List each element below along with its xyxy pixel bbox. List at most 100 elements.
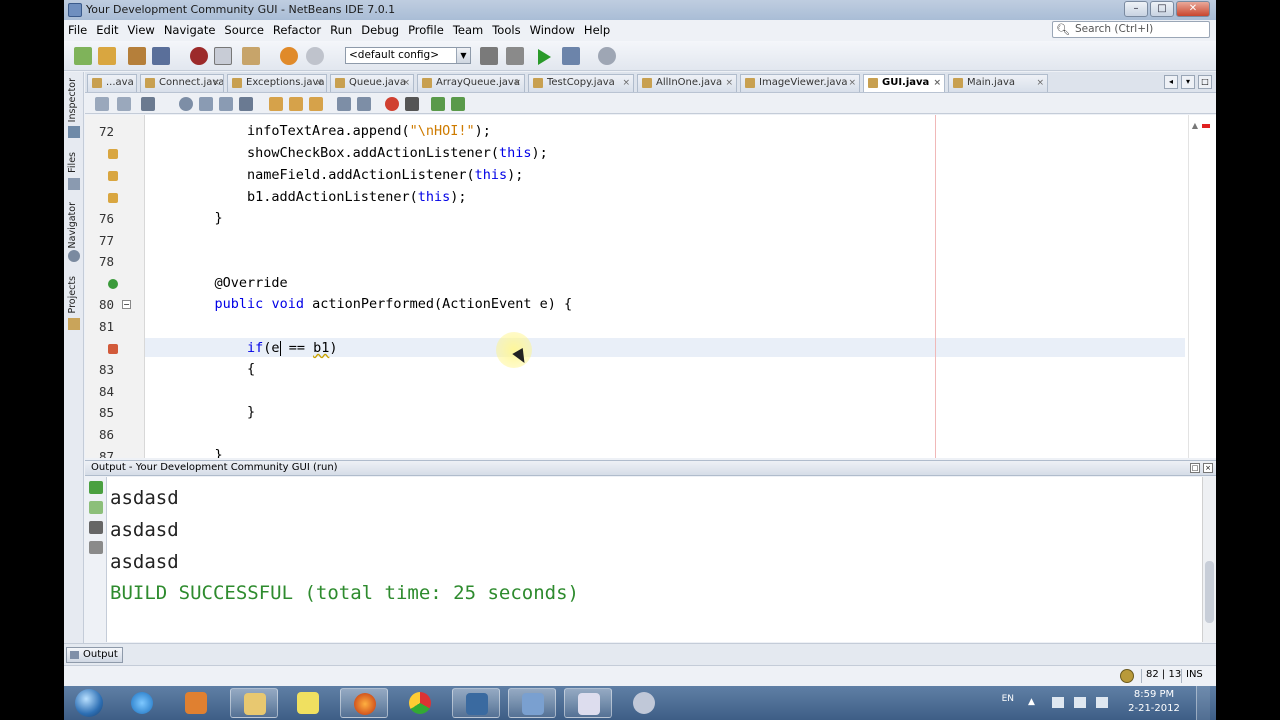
taskbar-notes[interactable] xyxy=(284,688,332,718)
close-icon[interactable]: × xyxy=(725,75,733,91)
new-project-icon[interactable] xyxy=(98,47,116,65)
output-scrollbar[interactable] xyxy=(1202,477,1216,642)
close-icon[interactable]: × xyxy=(1036,75,1044,91)
cut-icon[interactable] xyxy=(190,47,208,65)
history-icon[interactable] xyxy=(117,97,131,111)
network-icon[interactable] xyxy=(1052,697,1064,708)
taskbar-window[interactable] xyxy=(564,688,612,718)
taskbar-app[interactable] xyxy=(452,688,500,718)
tab-connect[interactable]: Connect.java × xyxy=(140,74,224,92)
rerun-icon[interactable] xyxy=(89,481,103,494)
clean-build-icon[interactable] xyxy=(506,47,524,65)
close-icon[interactable]: × xyxy=(315,75,323,91)
close-output-icon[interactable]: × xyxy=(1203,463,1213,473)
show-desktop-button[interactable] xyxy=(1196,686,1210,720)
tab-queue[interactable]: Queue.java × xyxy=(330,74,414,92)
taskbar-ie[interactable] xyxy=(118,688,166,718)
editor-error-stripe[interactable]: ▲ xyxy=(1188,115,1216,458)
start-button[interactable] xyxy=(68,686,108,720)
chevron-down-icon[interactable]: ▼ xyxy=(456,48,470,63)
side-tab-files[interactable]: Files xyxy=(67,152,78,173)
close-icon[interactable]: × xyxy=(513,75,521,91)
side-tab-projects[interactable]: Projects xyxy=(67,276,78,313)
taskbar-chrome[interactable] xyxy=(396,688,444,718)
rerun-with-options-icon[interactable] xyxy=(89,501,103,514)
notification-icon[interactable] xyxy=(1120,669,1134,683)
profile-icon[interactable] xyxy=(598,47,616,65)
find-previous-icon[interactable] xyxy=(199,97,213,111)
fold-collapse-icon[interactable]: − xyxy=(122,300,131,309)
close-icon[interactable]: × xyxy=(848,75,856,91)
tab-java-truncated[interactable]: ...ava xyxy=(87,74,137,92)
minimize-button[interactable]: – xyxy=(1124,1,1148,17)
override-marker-icon[interactable] xyxy=(108,279,118,289)
run-icon[interactable] xyxy=(538,49,551,65)
undo-icon[interactable] xyxy=(280,47,298,65)
tray-expand-icon[interactable]: ▲ xyxy=(1028,697,1040,708)
language-indicator[interactable]: EN xyxy=(1002,694,1014,704)
uncomment-icon[interactable] xyxy=(451,97,465,111)
tab-exceptions[interactable]: Exceptions.java × xyxy=(227,74,327,92)
previous-bookmark-icon[interactable] xyxy=(269,97,283,111)
start-macro-icon[interactable] xyxy=(385,97,399,111)
error-hint-icon[interactable] xyxy=(108,344,118,354)
close-icon[interactable]: × xyxy=(212,75,220,91)
find-icon[interactable] xyxy=(179,97,193,111)
menu-edit[interactable]: Edit xyxy=(96,23,118,37)
open-project-icon[interactable] xyxy=(128,47,146,65)
warning-hint-icon[interactable] xyxy=(108,171,118,181)
new-file-icon[interactable] xyxy=(74,47,92,65)
scrollbar-thumb[interactable] xyxy=(1205,561,1214,623)
close-icon[interactable]: × xyxy=(402,75,410,91)
side-tab-inspector[interactable]: Inspector xyxy=(67,78,78,122)
volume-icon[interactable] xyxy=(1074,697,1086,708)
stop-icon[interactable] xyxy=(89,521,103,534)
menu-run[interactable]: Run xyxy=(330,23,352,37)
side-tab-navigator[interactable]: Navigator xyxy=(67,202,78,248)
clock[interactable]: 8:59 PM 2-21-2012 xyxy=(1126,688,1182,716)
tab-arrayqueue[interactable]: ArrayQueue.java × xyxy=(417,74,525,92)
menu-file[interactable]: File xyxy=(68,23,87,37)
menu-team[interactable]: Team xyxy=(453,23,483,37)
tab-imageviewer[interactable]: ImageViewer.java × xyxy=(740,74,860,92)
search-box[interactable]: 🔍︎ Search (Ctrl+I) xyxy=(1052,21,1210,38)
settings-icon[interactable] xyxy=(89,541,103,554)
save-all-icon[interactable] xyxy=(152,47,170,65)
warning-hint-icon[interactable] xyxy=(108,149,118,159)
build-hammer-icon[interactable] xyxy=(480,47,498,65)
code-editor[interactable]: 72 76 77 78 80 − 81 83 84 85 86 87 infoT… xyxy=(85,115,1216,458)
tab-output[interactable]: Output xyxy=(66,647,123,663)
config-dropdown[interactable]: <default config> ▼ xyxy=(345,47,471,64)
redo-icon[interactable] xyxy=(306,47,324,65)
taskbar-explorer[interactable] xyxy=(230,688,278,718)
menu-refactor[interactable]: Refactor xyxy=(273,23,321,37)
maximize-editor-icon[interactable]: □ xyxy=(1198,75,1212,89)
tab-testcopy[interactable]: TestCopy.java × xyxy=(528,74,634,92)
tab-list-icon[interactable]: ▾ xyxy=(1181,75,1195,89)
copy-icon[interactable] xyxy=(214,47,232,65)
tab-gui[interactable]: GUI.java × xyxy=(863,74,945,92)
maximize-output-icon[interactable]: □ xyxy=(1190,463,1200,473)
source-view-icon[interactable] xyxy=(95,97,109,111)
menu-source[interactable]: Source xyxy=(224,23,264,37)
toggle-bookmark-icon[interactable] xyxy=(309,97,323,111)
comment-icon[interactable] xyxy=(431,97,445,111)
back-icon[interactable] xyxy=(141,97,155,111)
toggle-highlight-icon[interactable] xyxy=(239,97,253,111)
taskbar-media[interactable] xyxy=(172,688,220,718)
output-console[interactable]: asdasd asdasd asdasd BUILD SUCCESSFUL (t… xyxy=(107,477,1216,642)
scroll-tabs-left-icon[interactable]: ◂ xyxy=(1164,75,1178,89)
taskbar-netbeans[interactable] xyxy=(508,688,556,718)
menu-help[interactable]: Help xyxy=(584,23,610,37)
close-icon[interactable]: × xyxy=(622,75,630,91)
shift-left-icon[interactable] xyxy=(337,97,351,111)
error-stripe-marker[interactable] xyxy=(1202,124,1210,128)
shift-right-icon[interactable] xyxy=(357,97,371,111)
paste-icon[interactable] xyxy=(242,47,260,65)
menu-profile[interactable]: Profile xyxy=(408,23,444,37)
taskbar-firefox[interactable] xyxy=(340,688,388,718)
close-button[interactable]: ✕ xyxy=(1176,1,1210,17)
debug-icon[interactable] xyxy=(562,47,580,65)
action-center-icon[interactable] xyxy=(1096,697,1108,708)
next-bookmark-icon[interactable] xyxy=(289,97,303,111)
